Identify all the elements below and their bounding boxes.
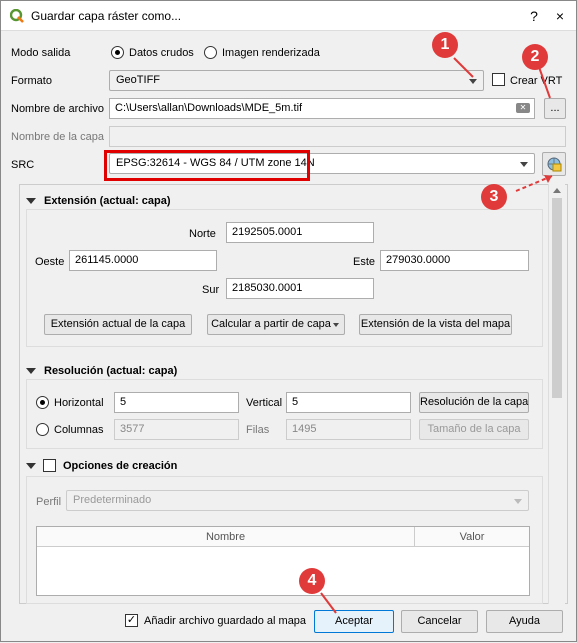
table-header-value: Valor: [415, 527, 529, 547]
cancel-button[interactable]: Cancelar: [401, 610, 478, 633]
chevron-down-icon: [469, 79, 477, 84]
format-combo[interactable]: GeoTIFF: [109, 70, 484, 91]
filename-label: Nombre de archivo: [11, 103, 104, 115]
help-icon[interactable]: ?: [525, 7, 543, 25]
profile-label: Perfil: [36, 496, 62, 508]
north-input[interactable]: 2192505.0001: [226, 222, 374, 243]
horizontal-radio[interactable]: [36, 396, 49, 409]
annotation-badge-2: 2: [522, 44, 548, 70]
columns-label: Columnas: [54, 424, 104, 436]
creation-options-title: Opciones de creación: [63, 460, 178, 472]
resolution-title: Resolución (actual: capa): [44, 365, 178, 377]
annotation-badge-1: 1: [432, 32, 458, 58]
filename-input[interactable]: C:\Users\allan\Downloads\MDE_5m.tif: [109, 98, 535, 119]
table-header-name: Nombre: [37, 527, 415, 547]
annotation-badge-4: 4: [299, 568, 325, 594]
calc-from-layer-button[interactable]: Calcular a partir de capa: [207, 314, 345, 335]
raw-data-label: Datos crudos: [129, 47, 194, 59]
clear-text-icon[interactable]: ✕: [516, 103, 530, 113]
crs-highlight-box: [104, 150, 310, 181]
south-input[interactable]: 2185030.0001: [226, 278, 374, 299]
help-button[interactable]: Ayuda: [486, 610, 563, 633]
crs-label: SRC: [11, 159, 35, 171]
collapse-extent-icon[interactable]: [26, 198, 36, 204]
map-view-extent-button[interactable]: Extensión de la vista del mapa: [359, 314, 512, 335]
window-title: Guardar capa ráster como...: [31, 9, 182, 23]
calc-from-layer-label: Calcular a partir de capa: [211, 318, 331, 330]
layer-name-label: Nombre de la capa: [11, 131, 104, 143]
collapse-creation-options-icon[interactable]: [26, 463, 36, 469]
collapse-resolution-icon[interactable]: [26, 368, 36, 374]
crs-selector-button[interactable]: [542, 152, 566, 176]
vertical-label: Vertical: [246, 397, 283, 409]
layer-resolution-button[interactable]: Resolución de la capa: [419, 392, 529, 413]
annotation-badge-3: 3: [481, 184, 507, 210]
extent-title: Extensión (actual: capa): [44, 195, 171, 207]
west-label: Oeste: [35, 256, 65, 268]
format-value: GeoTIFF: [116, 74, 161, 86]
title-bar: Guardar capa ráster como... ? ×: [1, 1, 576, 31]
columns-radio[interactable]: [36, 423, 49, 436]
rendered-image-label: Imagen renderizada: [222, 47, 320, 59]
output-mode-label: Modo salida: [11, 47, 71, 59]
qgis-logo-icon: [10, 9, 24, 23]
layer-name-input[interactable]: [109, 126, 566, 147]
ok-button[interactable]: Aceptar: [314, 610, 394, 633]
chevron-down-icon: [514, 499, 522, 504]
create-vrt-checkbox[interactable]: [492, 73, 505, 86]
rows-input[interactable]: 1495: [286, 419, 411, 440]
horizontal-label: Horizontal: [54, 397, 104, 409]
vertical-scrollbar[interactable]: [548, 184, 565, 604]
creation-options-checkbox[interactable]: [43, 459, 56, 472]
close-icon[interactable]: ×: [551, 7, 569, 25]
format-label: Formato: [11, 75, 52, 87]
dropdown-arrow-icon: [333, 323, 339, 327]
layer-size-button[interactable]: Tamaño de la capa: [419, 419, 529, 440]
save-raster-dialog: Guardar capa ráster como... ? × Modo sal…: [0, 0, 577, 642]
current-layer-extent-button[interactable]: Extensión actual de la capa: [44, 314, 192, 335]
east-label: Este: [353, 256, 376, 268]
rendered-image-radio[interactable]: [204, 46, 217, 59]
chevron-down-icon: [520, 162, 528, 167]
filename-value: C:\Users\allan\Downloads\MDE_5m.tif: [115, 102, 303, 114]
columns-input[interactable]: 3577: [114, 419, 239, 440]
profile-value: Predeterminado: [73, 494, 152, 506]
north-label: Norte: [189, 228, 216, 240]
add-to-map-label: Añadir archivo guardado al mapa: [144, 615, 307, 627]
raw-data-radio[interactable]: [111, 46, 124, 59]
add-to-map-checkbox[interactable]: ✓: [125, 614, 138, 627]
globe-icon: [547, 157, 562, 172]
horizontal-input[interactable]: 5: [114, 392, 239, 413]
vertical-input[interactable]: 5: [286, 392, 411, 413]
east-input[interactable]: 279030.0000: [380, 250, 529, 271]
browse-button[interactable]: ...: [544, 98, 566, 119]
rows-label: Filas: [246, 424, 270, 436]
west-input[interactable]: 261145.0000: [69, 250, 217, 271]
south-label: Sur: [202, 284, 220, 296]
create-vrt-label: Crear VRT: [510, 75, 563, 87]
creation-options-table[interactable]: Nombre Valor: [36, 526, 530, 596]
profile-combo[interactable]: Predeterminado: [66, 490, 529, 511]
